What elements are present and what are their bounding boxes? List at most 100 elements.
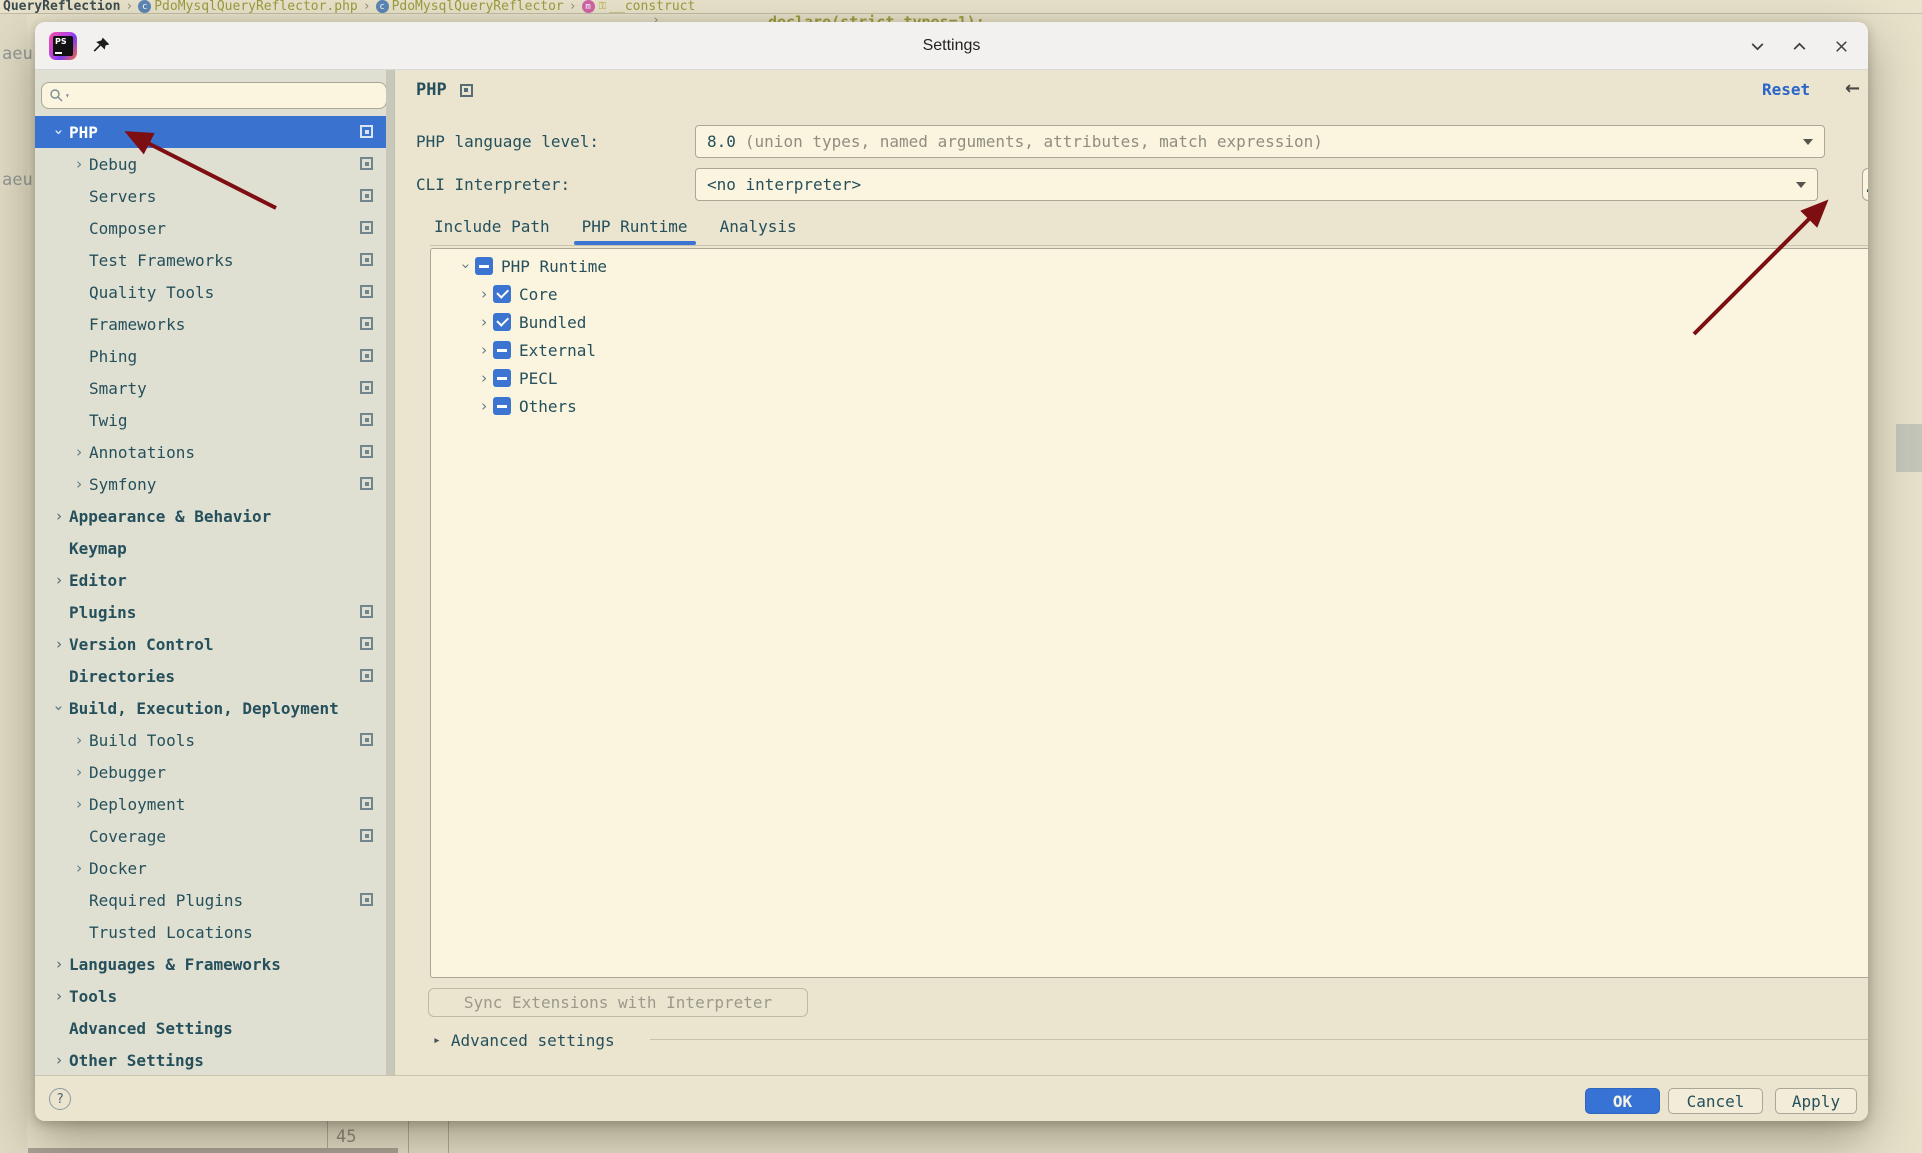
sidebar-item-editor[interactable]: › Editor [35, 564, 386, 596]
chevron-collapsed-icon[interactable]: › [69, 795, 89, 813]
tree-item-external[interactable]: › External [431, 336, 1868, 364]
sidebar-item-quality-tools[interactable]: Quality Tools [35, 276, 386, 308]
sidebar-item-plugins[interactable]: Plugins [35, 596, 386, 628]
tab-analysis[interactable]: Analysis [716, 210, 801, 242]
back-arrow-icon[interactable]: ← [1845, 78, 1860, 99]
chevron-collapsed-icon[interactable]: › [69, 443, 89, 461]
sidebar-scrollbar[interactable] [386, 70, 394, 1075]
code-fold-icon: › [652, 13, 660, 22]
sidebar-item-version-control[interactable]: › Version Control [35, 628, 386, 660]
sidebar-item-docker[interactable]: › Docker [35, 852, 386, 884]
checkbox-partial-icon[interactable] [493, 341, 511, 359]
sidebar-item-directories[interactable]: Directories [35, 660, 386, 692]
dropdown-arrow-icon [1803, 138, 1813, 145]
minimize-chevron-down-icon[interactable] [1748, 37, 1766, 55]
settings-node-icon [360, 413, 373, 426]
ok-button[interactable]: OK [1585, 1088, 1660, 1114]
checkbox-checked-icon[interactable] [493, 285, 511, 303]
settings-node-icon [459, 83, 473, 97]
checkbox-checked-icon[interactable] [493, 313, 511, 331]
expander-triangle-icon[interactable]: ▸ [433, 1033, 441, 1048]
close-icon[interactable] [1832, 37, 1850, 55]
sidebar-item-required-plugins[interactable]: Required Plugins [35, 884, 386, 916]
sidebar-item-php[interactable]: › PHP [35, 116, 394, 148]
breadcrumb-item[interactable]: PdoMysqlQueryReflector [392, 0, 564, 13]
sidebar-item-frameworks[interactable]: Frameworks [35, 308, 386, 340]
sidebar-item-appearance-behavior[interactable]: › Appearance & Behavior [35, 500, 386, 532]
checkbox-partial-icon[interactable] [493, 369, 511, 387]
breadcrumb-item[interactable]: PdoMysqlQueryReflector.php [154, 0, 358, 13]
apply-button[interactable]: Apply [1775, 1088, 1857, 1114]
chevron-collapsed-icon[interactable]: › [475, 397, 493, 415]
tab-php-runtime[interactable]: PHP Runtime [573, 210, 696, 245]
sidebar-item-test-frameworks[interactable]: Test Frameworks [35, 244, 386, 276]
dialog-titlebar[interactable]: PS Settings [35, 22, 1868, 70]
settings-node-icon [360, 317, 373, 330]
sidebar-item-tools[interactable]: › Tools [35, 980, 386, 1012]
sidebar-item-build-execution-deployment[interactable]: › Build, Execution, Deployment [35, 692, 386, 724]
key-icon: ⚿ [598, 0, 607, 12]
sidebar-item-other-settings[interactable]: › Other Settings [35, 1044, 386, 1075]
sidebar-item-deployment[interactable]: › Deployment [35, 788, 386, 820]
sidebar-item-servers[interactable]: Servers [35, 180, 386, 212]
browse-interpreters-button[interactable]: ... [1862, 168, 1868, 201]
chevron-expanded-icon[interactable]: › [457, 257, 475, 275]
tab-include-path[interactable]: Include Path [430, 210, 554, 242]
chevron-collapsed-icon[interactable]: › [69, 763, 89, 781]
tree-item-pecl[interactable]: › PECL [431, 364, 1868, 392]
checkbox-partial-icon[interactable] [475, 257, 493, 275]
chevron-collapsed-icon[interactable]: › [69, 859, 89, 877]
chevron-collapsed-icon[interactable]: › [49, 1051, 69, 1069]
cli-interpreter-select[interactable]: <no interpreter> [695, 168, 1818, 201]
search-options-caret-icon[interactable]: ▾ [65, 91, 70, 100]
sidebar-item-symfony[interactable]: › Symfony [35, 468, 386, 500]
chevron-collapsed-icon[interactable]: › [69, 731, 89, 749]
search-input[interactable] [73, 83, 386, 108]
language-level-select[interactable]: 8.0 (union types, named arguments, attri… [695, 125, 1825, 158]
tree-item-php-runtime[interactable]: › PHP Runtime [431, 252, 1868, 280]
reset-link[interactable]: Reset [1762, 80, 1810, 99]
settings-search-box[interactable]: ▾ [41, 82, 387, 109]
settings-node-icon [360, 221, 373, 234]
chevron-expanded-icon[interactable]: › [50, 698, 68, 718]
sync-extensions-button[interactable]: Sync Extensions with Interpreter [428, 988, 808, 1017]
sidebar-item-coverage[interactable]: Coverage [35, 820, 386, 852]
chevron-expanded-icon[interactable]: › [50, 122, 68, 142]
chevron-collapsed-icon[interactable]: › [475, 369, 493, 387]
chevron-collapsed-icon[interactable]: › [49, 507, 69, 525]
php-runtime-tree: › PHP Runtime › Core › Bundled › Externa… [430, 248, 1868, 978]
sidebar-item-annotations[interactable]: › Annotations [35, 436, 386, 468]
breadcrumb-separator: › [125, 0, 134, 14]
language-level-value: 8.0 [707, 132, 736, 151]
chevron-collapsed-icon[interactable]: › [69, 155, 89, 173]
chevron-collapsed-icon[interactable]: › [49, 955, 69, 973]
tree-item-bundled[interactable]: › Bundled [431, 308, 1868, 336]
sidebar-item-twig[interactable]: Twig [35, 404, 386, 436]
sidebar-item-debugger[interactable]: › Debugger [35, 756, 386, 788]
tree-item-core[interactable]: › Core [431, 280, 1868, 308]
sidebar-item-advanced-settings[interactable]: Advanced Settings [35, 1012, 386, 1044]
help-button[interactable]: ? [49, 1088, 71, 1110]
chevron-collapsed-icon[interactable]: › [49, 571, 69, 589]
sidebar-item-phing[interactable]: Phing [35, 340, 386, 372]
chevron-collapsed-icon[interactable]: › [475, 341, 493, 359]
advanced-settings-expander[interactable]: Advanced settings [451, 1031, 615, 1050]
breadcrumb-item[interactable]: QueryReflection [3, 0, 120, 13]
cancel-button[interactable]: Cancel [1668, 1088, 1763, 1114]
chevron-collapsed-icon[interactable]: › [475, 313, 493, 331]
chevron-collapsed-icon[interactable]: › [49, 635, 69, 653]
sidebar-item-debug[interactable]: › Debug [35, 148, 386, 180]
tree-item-others[interactable]: › Others [431, 392, 1868, 420]
chevron-collapsed-icon[interactable]: › [69, 475, 89, 493]
chevron-collapsed-icon[interactable]: › [49, 987, 69, 1005]
chevron-collapsed-icon[interactable]: › [475, 285, 493, 303]
sidebar-item-languages-frameworks[interactable]: › Languages & Frameworks [35, 948, 386, 980]
sidebar-item-smarty[interactable]: Smarty [35, 372, 386, 404]
maximize-chevron-up-icon[interactable] [1790, 37, 1808, 55]
sidebar-item-composer[interactable]: Composer [35, 212, 386, 244]
sidebar-item-trusted-locations[interactable]: Trusted Locations [35, 916, 386, 948]
breadcrumb-item[interactable]: __construct [609, 0, 695, 13]
sidebar-item-build-tools[interactable]: › Build Tools [35, 724, 386, 756]
sidebar-item-keymap[interactable]: Keymap [35, 532, 386, 564]
checkbox-partial-icon[interactable] [493, 397, 511, 415]
